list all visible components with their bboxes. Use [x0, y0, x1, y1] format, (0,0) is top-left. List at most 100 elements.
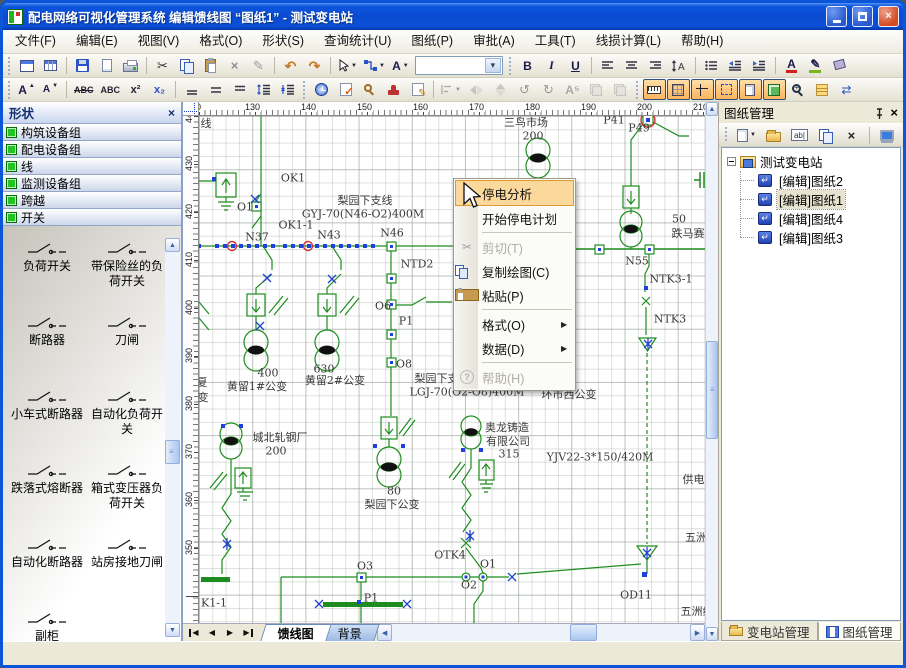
stamp-button[interactable]: [382, 79, 405, 100]
menu-item[interactable]: 文件(F): [5, 30, 66, 53]
pan-window-toggle-button[interactable]: [763, 79, 786, 100]
rename-sheet-button[interactable]: ab|: [788, 125, 811, 146]
rotate-right-button[interactable]: ↻: [537, 79, 560, 100]
undo-button[interactable]: ↶: [279, 55, 302, 76]
line-spacing-2-button[interactable]: [228, 79, 251, 100]
panel-tab[interactable]: 变电站管理: [721, 622, 818, 641]
menu-item[interactable]: 查询统计(U): [314, 30, 401, 53]
pointer-tool-button[interactable]: ▼: [335, 55, 360, 76]
scrollbar-thumb[interactable]: [570, 624, 597, 641]
shape-item[interactable]: 自动化负荷开关: [87, 390, 167, 434]
properties-button[interactable]: [811, 79, 834, 100]
decrease-indent-button[interactable]: [724, 55, 747, 76]
paste-button[interactable]: [199, 55, 222, 76]
flip-horizontal-button[interactable]: [465, 79, 488, 100]
rotate-text-button[interactable]: A⁵: [561, 79, 584, 100]
context-menu-item[interactable]: 开始停电计划 ▶: [455, 206, 574, 230]
menu-item[interactable]: 图纸(P): [401, 30, 463, 53]
delete-sheet-button[interactable]: ×: [840, 125, 863, 146]
italic-button[interactable]: I: [540, 55, 563, 76]
bring-forward-button[interactable]: [585, 79, 608, 100]
shape-group-bar[interactable]: 配电设备组: [3, 141, 181, 158]
approve-task-button[interactable]: [334, 79, 357, 100]
font-name-combo[interactable]: [415, 56, 503, 75]
ruler-toggle-button[interactable]: [643, 79, 666, 100]
save-button[interactable]: [71, 55, 94, 76]
maximize-button[interactable]: [852, 6, 873, 27]
shapes-panel-close-icon[interactable]: ×: [168, 106, 175, 120]
panel-close-icon[interactable]: ×: [890, 105, 898, 120]
station-view-button[interactable]: [876, 125, 899, 146]
toolbar-grip[interactable]: [508, 57, 513, 75]
align-center-button[interactable]: [620, 55, 643, 76]
fill-color-button[interactable]: [828, 55, 851, 76]
format-painter-button[interactable]: ✎: [247, 55, 270, 76]
shape-group-bar[interactable]: 开关: [3, 209, 181, 226]
shape-item[interactable]: 带保险丝的负荷开关: [87, 242, 167, 286]
tree-root-item[interactable]: 测试变电站: [724, 152, 898, 171]
cut-button[interactable]: ✂: [151, 55, 174, 76]
shape-item[interactable]: 小车式断路器: [7, 390, 87, 434]
font-color-button[interactable]: A: [780, 55, 803, 76]
tree-sheet-item[interactable]: ↵ [编辑]图纸3: [758, 228, 898, 247]
toolbar-grip[interactable]: [7, 81, 12, 99]
pin-icon[interactable]: [875, 107, 884, 119]
shape-item[interactable]: 断路器: [7, 316, 87, 360]
send-backward-button[interactable]: [609, 79, 632, 100]
shape-group-bar[interactable]: 线: [3, 158, 181, 175]
subscript-button[interactable]: x₂: [148, 79, 171, 100]
context-menu-item[interactable]: 剪切(T) ▶: [455, 235, 574, 259]
shapes-scrollbar[interactable]: ▲ ▼: [165, 238, 180, 637]
strikethrough-button[interactable]: ABC: [71, 79, 97, 100]
collapse-icon[interactable]: [727, 157, 736, 166]
toolbar-grip[interactable]: [7, 57, 12, 75]
para-spacing-decrease-button[interactable]: [276, 79, 299, 100]
print-button[interactable]: [119, 55, 142, 76]
toolbar-grip[interactable]: [635, 81, 640, 99]
scroll-up-icon[interactable]: ▲: [165, 238, 180, 252]
line-color-button[interactable]: ✎: [804, 55, 827, 76]
menu-item[interactable]: 形状(S): [252, 30, 314, 53]
scroll-left-icon[interactable]: ◀: [377, 624, 392, 641]
copy-sheet-button[interactable]: [814, 125, 837, 146]
shape-item[interactable]: 自动化断路器: [7, 538, 87, 582]
last-sheet-button[interactable]: ▶: [240, 626, 256, 640]
context-menu-item[interactable]: 粘贴(P) ▶: [455, 283, 574, 307]
sheet-tab[interactable]: 馈线图: [260, 624, 332, 641]
underline-button[interactable]: U: [564, 55, 587, 76]
copy-button[interactable]: [175, 55, 198, 76]
scrollbar-thumb[interactable]: [165, 440, 180, 464]
align-right-button[interactable]: [644, 55, 667, 76]
align-shapes-button[interactable]: ▼: [438, 79, 464, 100]
menu-item[interactable]: 线损计算(L): [586, 30, 671, 53]
bullets-button[interactable]: [700, 55, 723, 76]
shape-item[interactable]: 跌落式熔断器: [7, 464, 87, 508]
toolbar-grip[interactable]: [302, 81, 307, 99]
menu-item[interactable]: 编辑(E): [66, 30, 128, 53]
vertical-text-button[interactable]: A: [668, 55, 691, 76]
menu-item[interactable]: 工具(T): [525, 30, 586, 53]
flip-vertical-button[interactable]: [489, 79, 512, 100]
scroll-up-icon[interactable]: ▲: [706, 102, 718, 116]
increase-indent-button[interactable]: [748, 55, 771, 76]
context-menu-item[interactable]: 数据(D) ▶: [455, 336, 574, 360]
prev-sheet-button[interactable]: ◀: [204, 626, 220, 640]
first-sheet-button[interactable]: ◀: [186, 626, 202, 640]
abc-button[interactable]: ABC: [98, 79, 124, 100]
shape-item[interactable]: 刀闸: [87, 316, 167, 360]
connector-tool-button[interactable]: ▼: [361, 55, 388, 76]
layout-shapes-button[interactable]: ⇄: [835, 79, 858, 100]
close-button[interactable]: ×: [878, 6, 899, 27]
shrink-font-button[interactable]: A▼: [39, 79, 62, 100]
connection-points-toggle-button[interactable]: [715, 79, 738, 100]
canvas-horizontal-scrollbar[interactable]: ◀ ▶: [377, 624, 705, 641]
shape-group-bar[interactable]: 构筑设备组: [3, 124, 181, 141]
rotate-left-button[interactable]: ↺: [513, 79, 536, 100]
align-left-button[interactable]: [596, 55, 619, 76]
shape-item[interactable]: 站房接地刀闸: [87, 538, 167, 582]
line-spacing-15-button[interactable]: [204, 79, 227, 100]
menu-item[interactable]: 帮助(H): [671, 30, 733, 53]
bold-button[interactable]: B: [516, 55, 539, 76]
panel-tab[interactable]: 图纸管理: [818, 622, 901, 641]
tree-sheet-item[interactable]: ↵ [编辑]图纸2: [758, 171, 898, 190]
